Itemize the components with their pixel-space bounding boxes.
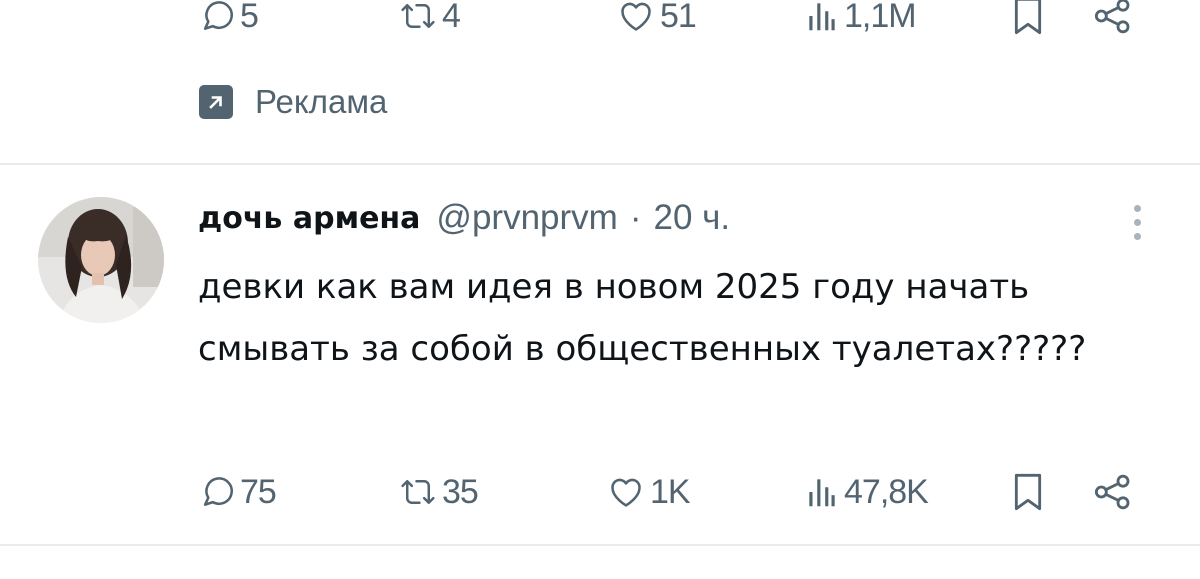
reply-icon xyxy=(203,1,234,30)
view-count: 47,8K xyxy=(844,472,929,511)
bookmark-icon xyxy=(1014,473,1042,511)
like-icon xyxy=(621,2,651,31)
repost-button[interactable]: 35 xyxy=(398,462,479,522)
post-bottom-divider xyxy=(0,544,1200,546)
avatar[interactable] xyxy=(38,197,164,323)
share-icon xyxy=(1094,474,1130,510)
prev-view-count: 1,1M xyxy=(844,0,917,35)
repost-count: 35 xyxy=(442,472,479,511)
more-icon[interactable] xyxy=(1120,200,1154,244)
prev-reply-count: 5 xyxy=(240,0,259,35)
post-divider xyxy=(0,163,1200,165)
prev-bookmark-button[interactable] xyxy=(1010,0,1046,46)
share-button[interactable] xyxy=(1092,462,1134,522)
author-name[interactable]: дочь армена xyxy=(198,201,420,236)
like-button[interactable]: 1K xyxy=(606,462,691,522)
prev-views-button[interactable]: 1,1M xyxy=(804,0,917,46)
prev-share-button[interactable] xyxy=(1092,0,1134,46)
post-action-bar: 75 35 1K 47,8K xyxy=(0,462,1200,522)
promoted-label[interactable]: Реклама xyxy=(199,80,387,124)
prev-repost-button[interactable]: 4 xyxy=(398,0,461,46)
post-timestamp[interactable]: 20 ч. xyxy=(653,198,730,238)
separator-dot: · xyxy=(629,198,642,237)
bookmark-icon xyxy=(1014,0,1042,35)
views-button[interactable]: 47,8K xyxy=(804,462,929,522)
bookmark-button[interactable] xyxy=(1010,462,1046,522)
prev-post-action-bar: 5 4 51 1,1M xyxy=(0,0,1200,46)
views-icon xyxy=(809,479,835,507)
prev-reply-button[interactable]: 5 xyxy=(198,0,259,46)
share-icon xyxy=(1094,0,1130,34)
repost-icon xyxy=(401,3,435,28)
post-header: дочь армена @prvnprvm · 20 ч. xyxy=(198,192,730,244)
like-icon xyxy=(611,478,641,507)
repost-icon xyxy=(401,480,435,504)
reply-count: 75 xyxy=(240,472,277,511)
promoted-icon xyxy=(199,85,233,119)
prev-like-button[interactable]: 51 xyxy=(616,0,697,46)
like-count: 1K xyxy=(650,472,691,511)
author-handle[interactable]: @prvnprvm xyxy=(436,198,617,238)
promoted-text: Реклама xyxy=(255,83,388,120)
prev-like-count: 51 xyxy=(660,0,697,35)
reply-icon xyxy=(203,477,234,506)
reply-button[interactable]: 75 xyxy=(198,462,277,522)
prev-repost-count: 4 xyxy=(442,0,461,35)
views-icon xyxy=(809,3,835,31)
post-text: девки как вам идея в новом 2025 году нач… xyxy=(198,267,1087,369)
